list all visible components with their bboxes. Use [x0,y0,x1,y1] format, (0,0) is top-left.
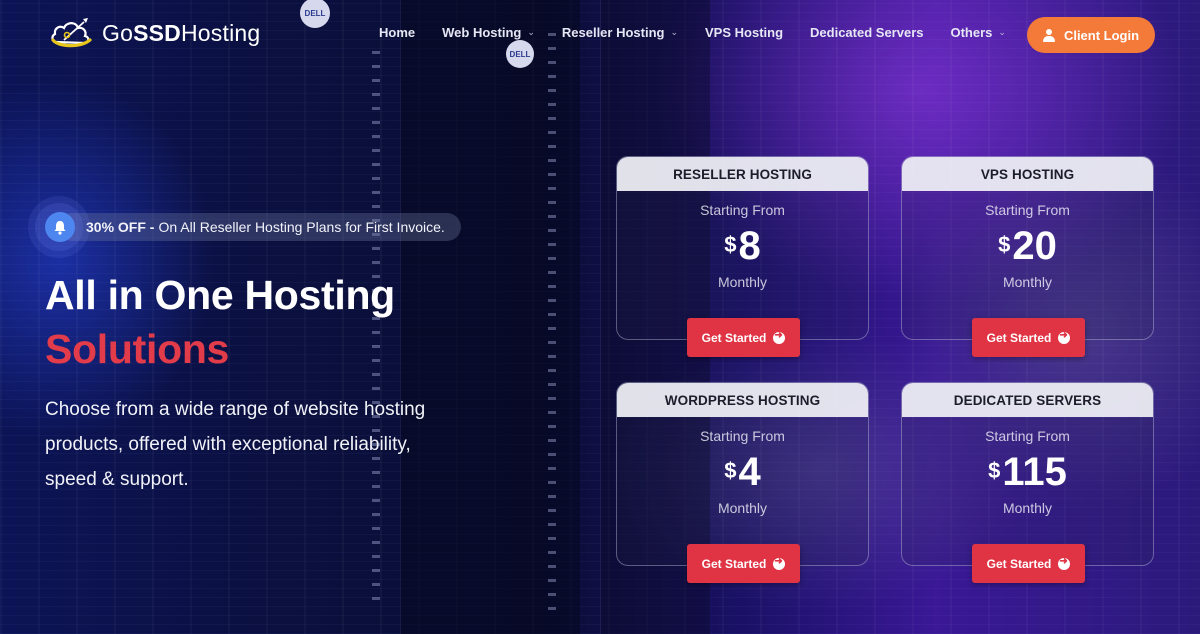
currency-symbol: $ [998,232,1011,257]
nav-item-web-hosting[interactable]: Web Hosting ⌄ [442,25,535,40]
price-amount: 4 [738,450,761,494]
hero-title-line: All in One Hosting [45,272,395,318]
plan-period: Monthly [1002,274,1053,290]
nav-item-dedicated-servers[interactable]: Dedicated Servers [810,25,923,40]
hero-title: All in One Hosting Solutions [45,268,395,376]
client-login-label: Client Login [1063,27,1140,43]
nav-item-label: Home [379,25,416,40]
plan-card-reseller: RESELLER HOSTING Starting From $8 Monthl… [616,156,869,357]
button-label: Get Started [986,556,1052,571]
price-amount: 115 [1002,450,1067,494]
plan-period: Monthly [717,500,768,516]
nav-item-label: Dedicated Servers [810,25,924,40]
plan-price: $115 [902,450,1153,494]
promo-text: 30% OFF - On All Reseller Hosting Plans … [58,213,461,241]
plan-from-label: Starting From [985,428,1070,444]
client-login-button[interactable]: Client Login [1027,17,1155,53]
plan-price: $8 [617,224,868,268]
plan-card-wordpress: WORDPRESS HOSTING Starting From $4 Month… [616,382,869,583]
nav-item-others[interactable]: Others ⌄ [950,25,1005,40]
get-started-button[interactable]: Get Started [687,544,800,583]
nav-item-reseller-hosting[interactable]: Reseller Hosting ⌄ [562,25,678,40]
rack-lights [548,30,556,610]
plan-name: DEDICATED SERVERS [902,383,1153,417]
arrow-right-circle-icon [773,330,786,344]
plan-card-vps: VPS HOSTING Starting From $20 Monthly Ge… [901,156,1154,357]
nav-item-label: Reseller Hosting [561,25,665,40]
promo-banner[interactable]: 30% OFF - On All Reseller Hosting Plans … [28,196,461,258]
plan-name: WORDPRESS HOSTING [617,383,868,417]
plan-period: Monthly [717,274,768,290]
brand-name-part: Go [102,19,134,46]
brand-name-part: Hosting [181,19,261,46]
plan-period: Monthly [1002,500,1053,516]
get-started-button[interactable]: Get Started [972,544,1085,583]
hero-title-accent: Solutions [45,326,230,372]
cloud-rocket-icon [50,16,96,50]
currency-symbol: $ [724,458,737,483]
promo-highlight: 30% OFF - [86,219,155,235]
arrow-right-circle-icon [773,556,786,570]
main-nav: Home Web Hosting ⌄ Reseller Hosting ⌄ VPS … [379,25,1033,40]
plan-price: $20 [902,224,1153,268]
bell-icon [45,212,75,242]
get-started-button[interactable]: Get Started [972,318,1085,357]
promo-message: On All Reseller Hosting Plans for First … [158,219,445,235]
currency-symbol: $ [724,232,737,257]
chevron-down-icon: ⌄ [998,27,1006,37]
button-label: Get Started [986,330,1052,345]
hero-description: Choose from a wide range of website host… [45,399,426,490]
arrow-right-circle-icon [1058,556,1071,570]
plan-name: RESELLER HOSTING [617,157,868,191]
chevron-down-icon: ⌄ [527,27,535,37]
arrow-right-circle-icon [1058,330,1071,344]
nav-item-label: Others [950,25,993,40]
brand-name-part: SSD [133,19,181,46]
user-icon [1042,28,1055,42]
plan-price: $4 [617,450,868,494]
plan-from-label: Starting From [985,202,1070,218]
price-amount: 20 [1012,224,1057,268]
button-label: Get Started [701,330,767,345]
brand-logo[interactable]: GoSSDHosting [50,16,260,50]
chevron-down-icon: ⌄ [670,27,679,37]
plan-from-label: Starting From [700,428,785,444]
get-started-button[interactable]: Get Started [687,318,800,357]
nav-item-label: Web Hosting [442,25,522,40]
currency-symbol: $ [988,458,1001,483]
nav-item-vps-hosting[interactable]: VPS Hosting [705,25,783,40]
plan-from-label: Starting From [700,202,785,218]
price-amount: 8 [738,224,761,268]
site-header: GoSSDHosting Home Web Hosting ⌄ Reseller … [0,0,1200,70]
nav-item-label: VPS Hosting [705,25,784,40]
brand-name: GoSSDHosting [102,20,260,47]
plan-name: VPS HOSTING [902,157,1153,191]
button-label: Get Started [701,556,767,571]
plan-card-dedicated: DEDICATED SERVERS Starting From $115 Mon… [901,382,1154,583]
nav-item-home[interactable]: Home [379,25,415,40]
